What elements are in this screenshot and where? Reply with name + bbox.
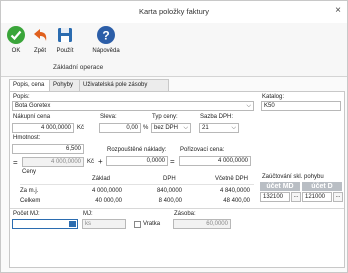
- tab-uzivatelska-pole[interactable]: Uživatelská pole zásoby: [79, 79, 169, 91]
- row-zaklad: 40 000,00: [95, 198, 122, 204]
- poriz-label: Pořizovací cena:: [180, 147, 225, 153]
- undo-arrow-icon: [31, 26, 49, 44]
- svg-text:?: ?: [102, 29, 109, 43]
- dialog-window: Karta položky faktury × OK Zpět Použít ?: [0, 0, 348, 273]
- zasoba-field: 60,0000: [173, 219, 231, 229]
- zasoba-label: Zásoba:: [174, 211, 196, 217]
- col-zaklad: Základ: [92, 176, 111, 182]
- chevron-down-icon[interactable]: ⌵: [231, 124, 236, 132]
- sleva-unit: %: [143, 125, 149, 131]
- ribbon: OK Zpět Použít ? Nápověda Základní opera…: [1, 23, 347, 77]
- pocet-field[interactable]: [12, 219, 78, 229]
- sleva-label: Sleva:: [100, 114, 117, 120]
- window-title: Karta položky faktury: [138, 7, 210, 16]
- calc-currency: Kč: [87, 159, 95, 165]
- row-dph: 840,0000: [156, 188, 182, 194]
- mj-label: MJ:: [83, 211, 93, 217]
- sleva-field[interactable]: 0,00: [99, 123, 141, 133]
- question-mark-icon: ?: [97, 26, 115, 44]
- ucet-d-header[interactable]: účet D: [302, 182, 342, 191]
- typ-value: bez DPH: [154, 125, 179, 131]
- rozp-label: Rozpouštěné náklady:: [107, 147, 167, 153]
- pocet-label: Počet MJ:: [13, 211, 40, 217]
- prices-title: Ceny: [22, 169, 37, 175]
- divider: [20, 184, 254, 185]
- popis-field[interactable]: Bota Goretex ⌵: [12, 101, 254, 111]
- form-panel: Popis: Bota Goretex ⌵ Katalog: K50 Nákup…: [9, 91, 345, 268]
- back-button[interactable]: Zpět: [28, 26, 52, 54]
- vratka-checkbox[interactable]: [134, 221, 141, 228]
- close-icon[interactable]: ×: [335, 5, 341, 16]
- ok-button[interactable]: OK: [4, 26, 28, 54]
- row-label: Celkem: [20, 198, 41, 204]
- title-bar: Karta položky faktury ×: [1, 1, 347, 23]
- equals-sign-2: =: [170, 157, 175, 166]
- row-vcetne: 48 400,00: [223, 198, 250, 204]
- d-browse-button[interactable]: ...: [333, 192, 343, 202]
- hmotnost-field[interactable]: 6,500: [12, 144, 84, 154]
- calculator-icon[interactable]: [69, 221, 76, 227]
- section-divider: [10, 208, 344, 209]
- nakupni-currency: Kč: [77, 125, 85, 131]
- equals-sign: =: [13, 158, 18, 167]
- typ-select[interactable]: bez DPH ⌵: [151, 123, 191, 133]
- sazba-value: 21: [202, 125, 209, 131]
- plus-sign: +: [98, 157, 103, 166]
- rozp-field[interactable]: 0,0000: [106, 156, 168, 166]
- col-vcetne: Včetně DPH: [215, 176, 249, 182]
- chevron-down-icon[interactable]: ⌵: [183, 124, 188, 132]
- use-button[interactable]: Použít: [53, 26, 77, 54]
- calc-field: 4 000,0000: [22, 157, 84, 167]
- md-browse-button[interactable]: ...: [291, 192, 301, 202]
- katalog-field[interactable]: K50: [261, 101, 341, 111]
- row-zaklad: 4 000,0000: [91, 188, 122, 194]
- ribbon-group-label: Základní operace: [53, 64, 104, 71]
- sazba-select[interactable]: 21 ⌵: [199, 123, 239, 133]
- mj-field: ks: [82, 219, 126, 229]
- vratka-label: Vratka: [143, 221, 161, 227]
- save-icon: [56, 26, 74, 44]
- nakupni-field[interactable]: 4 000,0000: [12, 123, 74, 133]
- md-field[interactable]: 132100: [260, 192, 290, 202]
- hmotnost-label: Hmotnost:: [13, 135, 41, 141]
- col-dph: DPH: [163, 176, 176, 182]
- checkmark-icon: [7, 26, 25, 44]
- katalog-label: Katalog:: [262, 94, 285, 100]
- zauct-label: Zaúčtování skl. pohybu: [262, 174, 324, 180]
- ucet-md-header[interactable]: účet MD: [260, 182, 300, 191]
- row-vcetne: 4 840,0000: [219, 188, 250, 194]
- chevron-down-icon[interactable]: ⌵: [246, 102, 251, 110]
- row-dph: 8 400,00: [158, 198, 182, 204]
- d-field[interactable]: 121000: [302, 192, 332, 202]
- popis-value: Bota Goretex: [15, 103, 51, 109]
- row-label: Za m.j.: [20, 188, 39, 194]
- use-label: Použít: [56, 48, 74, 54]
- typ-label: Typ ceny:: [152, 114, 178, 120]
- popis-label: Popis:: [13, 94, 30, 100]
- help-button[interactable]: ? Nápověda: [89, 26, 123, 54]
- sazba-label: Sazba DPH:: [200, 114, 234, 120]
- back-label: Zpět: [33, 48, 46, 54]
- poriz-field[interactable]: 4 000,0000: [179, 156, 251, 166]
- help-label: Nápověda: [92, 48, 120, 54]
- nakupni-label: Nákupní cena: [13, 114, 51, 120]
- ok-label: OK: [11, 48, 21, 54]
